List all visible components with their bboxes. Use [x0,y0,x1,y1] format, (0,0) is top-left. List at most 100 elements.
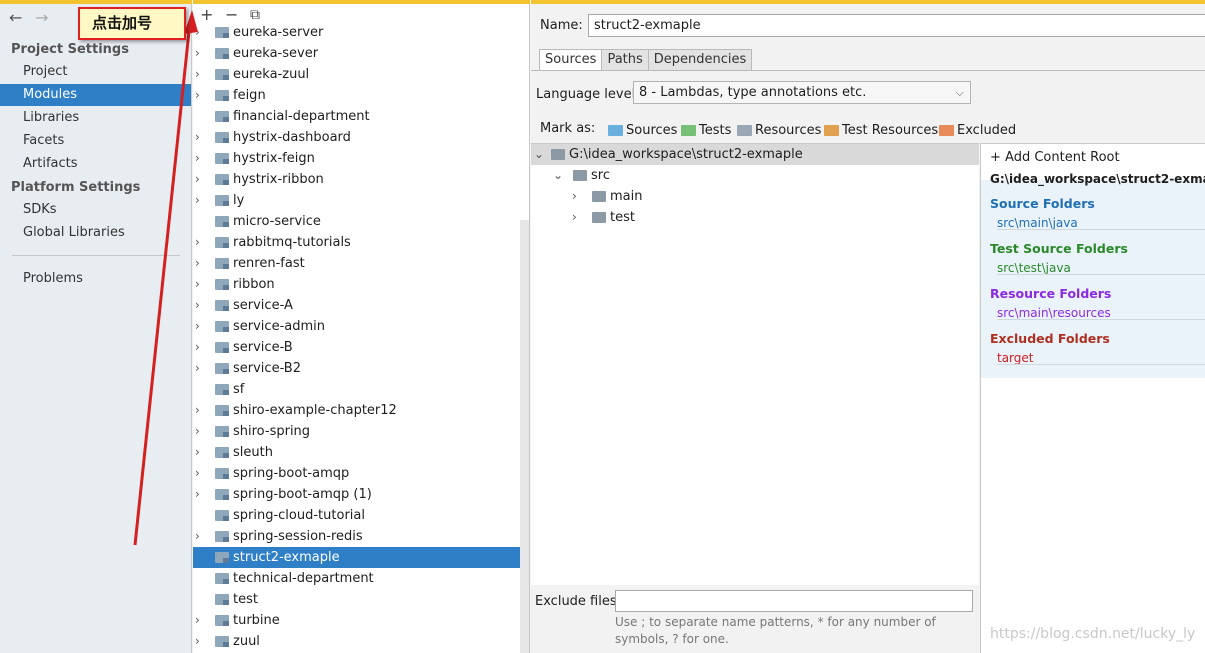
chevron-right-icon[interactable]: › [195,484,200,505]
tree-root-row[interactable]: ⌄ G:\idea_workspace\struct2-exmaple [531,144,979,165]
module-row[interactable]: › spring-session-redis [193,526,520,547]
chevron-right-icon[interactable]: › [195,22,200,43]
module-folder-icon [215,363,229,374]
chevron-right-icon[interactable]: › [195,358,200,379]
module-row[interactable]: › rabbitmq-tutorials [193,232,520,253]
sidebar-item-global-libraries[interactable]: Global Libraries [0,222,191,244]
exclude-files-input[interactable] [615,590,973,612]
chevron-right-icon[interactable]: › [195,295,200,316]
resource-folder-path[interactable]: src\main\resources [997,306,1111,320]
exclude-files-label: Exclude files: [535,594,622,609]
chevron-right-icon[interactable]: › [195,64,200,85]
platform-settings-heading: Platform Settings [11,180,141,195]
module-row[interactable]: › service-B [193,337,520,358]
module-row[interactable]: › service-B2 [193,358,520,379]
module-row[interactable]: financial-department [193,106,520,127]
module-row[interactable]: › ly [193,190,520,211]
sidebar-item-libraries[interactable]: Libraries [0,107,191,129]
sidebar-item-project[interactable]: Project [0,61,191,83]
chevron-right-icon[interactable]: › [195,148,200,169]
mark-sources-button[interactable]: Sources [608,123,677,139]
module-folder-icon [215,90,229,101]
module-row[interactable]: › hystrix-dashboard [193,127,520,148]
test-source-folders-heading: Test Source Folders [990,241,1128,256]
chevron-right-icon[interactable]: › [195,169,200,190]
module-name: spring-session-redis [233,529,363,544]
tree-row-src[interactable]: ⌄ src [531,165,979,186]
chevron-right-icon[interactable]: › [195,421,200,442]
module-row[interactable]: › zuul [193,631,520,652]
tab-dependencies[interactable]: Dependencies [647,49,753,71]
sidebar-item-problems[interactable]: Problems [0,268,191,290]
excluded-folder-path[interactable]: target [997,351,1034,365]
chevron-right-icon[interactable]: › [195,274,200,295]
sidebar-item-modules[interactable]: Modules [0,84,191,106]
module-row[interactable]: › ribbon [193,274,520,295]
module-list-scrollbar[interactable] [520,220,529,653]
back-arrow-icon[interactable]: ← [9,8,22,27]
module-row[interactable]: › shiro-spring [193,421,520,442]
tree-src-label: src [591,168,610,183]
chevron-right-icon[interactable]: › [195,337,200,358]
sidebar-item-sdks[interactable]: SDKs [0,199,191,221]
chevron-right-icon[interactable]: › [195,85,200,106]
mark-excluded-button[interactable]: Excluded [939,123,1016,139]
content-root-path: G:\idea_workspace\struct2-exmaple [990,172,1205,186]
chevron-right-icon[interactable]: › [195,253,200,274]
module-name: service-admin [233,319,325,334]
module-row[interactable]: › eureka-server [193,22,520,43]
source-folder-path[interactable]: src\main\java [997,216,1078,230]
mark-tests-button[interactable]: Tests [681,123,731,139]
sidebar-item-facets[interactable]: Facets [0,130,191,152]
module-row[interactable]: › renren-fast [193,253,520,274]
chevron-right-icon[interactable]: › [195,232,200,253]
tab-paths[interactable]: Paths [601,49,649,71]
module-row[interactable]: › service-A [193,295,520,316]
sidebar-item-artifacts[interactable]: Artifacts [0,153,191,175]
chevron-right-icon[interactable]: › [195,526,200,547]
module-row[interactable]: › spring-boot-amqp (1) [193,484,520,505]
tree-row-main[interactable]: › main [531,186,979,207]
module-row[interactable]: test [193,589,520,610]
module-name: shiro-example-chapter12 [233,403,397,418]
module-row[interactable]: › sleuth [193,442,520,463]
chevron-right-icon[interactable]: › [572,207,577,228]
module-row[interactable]: › hystrix-ribbon [193,169,520,190]
chevron-right-icon[interactable]: › [572,186,577,207]
module-row[interactable]: › spring-boot-amqp [193,463,520,484]
add-content-root-button[interactable]: + Add Content Root [990,150,1120,165]
module-row[interactable]: spring-cloud-tutorial [193,505,520,526]
module-row[interactable]: micro-service [193,211,520,232]
module-row[interactable]: › service-admin [193,316,520,337]
module-row[interactable]: struct2-exmaple [193,547,520,568]
module-row[interactable]: › hystrix-feign [193,148,520,169]
chevron-right-icon[interactable]: › [195,631,200,652]
chevron-right-icon[interactable]: › [195,442,200,463]
language-level-select[interactable]: 8 - Lambdas, type annotations etc. ⌵ [633,81,971,104]
module-row[interactable]: › turbine [193,610,520,631]
chevron-right-icon[interactable]: › [195,43,200,64]
module-row[interactable]: technical-department [193,568,520,589]
chevron-right-icon[interactable]: › [195,610,200,631]
chevron-right-icon[interactable]: › [195,127,200,148]
mark-resources-button[interactable]: Resources [737,123,821,139]
module-name: eureka-server [233,25,324,40]
test-source-folder-path[interactable]: src\test\java [997,261,1071,275]
module-row[interactable]: › eureka-zuul [193,64,520,85]
chevron-right-icon[interactable]: › [195,190,200,211]
chevron-right-icon[interactable]: › [195,316,200,337]
tree-row-test[interactable]: › test [531,207,979,228]
module-row[interactable]: sf [193,379,520,400]
module-row[interactable]: › eureka-sever [193,43,520,64]
tab-sources[interactable]: Sources [539,49,603,71]
module-name-field[interactable]: struct2-exmaple [588,14,1205,37]
chevron-down-icon[interactable]: ⌄ [553,165,563,186]
chevron-right-icon[interactable]: › [195,400,200,421]
forward-arrow-icon[interactable]: → [35,8,48,27]
chevron-right-icon[interactable]: › [195,463,200,484]
module-row[interactable]: › shiro-example-chapter12 [193,400,520,421]
mark-test-resources-label: Test Resources [842,123,939,138]
module-row[interactable]: › feign [193,85,520,106]
chevron-down-icon[interactable]: ⌄ [534,144,544,165]
mark-test-resources-button[interactable]: Test Resources [824,123,938,139]
